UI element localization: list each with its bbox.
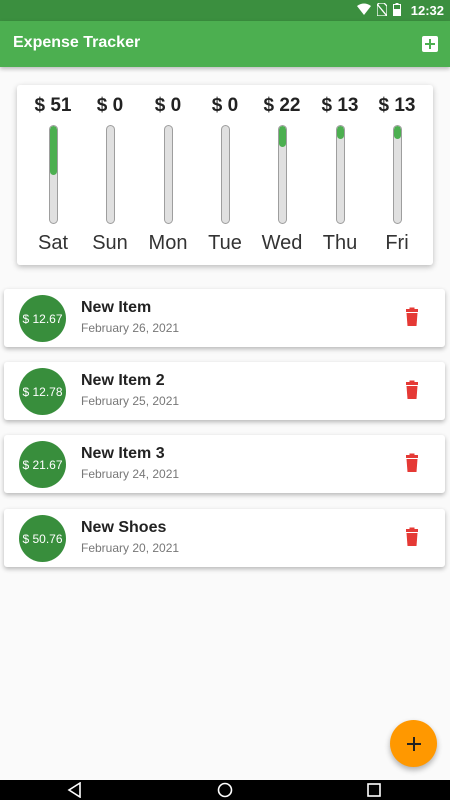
bar-day-label: Wed	[261, 232, 303, 254]
bar-track	[278, 125, 287, 224]
bar-day-label: Sun	[92, 232, 128, 254]
transaction-title: New Shoes	[81, 519, 167, 536]
transaction-title: New Item	[81, 299, 152, 316]
app-bar: Expense Tracker	[0, 21, 450, 67]
plus-icon	[406, 736, 421, 751]
chart-bar-fri: $ 13 Fri	[368, 85, 426, 265]
transaction-date: February 26, 2021	[81, 321, 180, 335]
transaction-item: $ 50.76 New Shoes February 20, 2021	[4, 509, 445, 567]
status-icons: 12:32	[356, 0, 444, 21]
bar-track	[393, 125, 402, 224]
bar-fill	[337, 126, 344, 139]
chart-bar-mon: $ 0 Mon	[139, 85, 197, 265]
bar-amount-label: $ 51	[34, 95, 72, 116]
delete-button[interactable]	[400, 526, 424, 550]
bar-day-label: Mon	[148, 232, 188, 254]
chart-bar-tue: $ 0 Tue	[196, 85, 254, 265]
trash-icon	[406, 307, 418, 326]
bar-track	[106, 125, 115, 224]
no-sim-icon	[376, 1, 388, 19]
transaction-item: $ 12.67 New Item February 26, 2021	[4, 289, 445, 347]
bar-amount-label: $ 0	[96, 95, 124, 116]
bar-track	[221, 125, 230, 224]
amount-avatar: $ 12.78	[19, 368, 66, 415]
bar-track	[164, 125, 173, 224]
bar-fill	[394, 126, 401, 139]
battery-icon	[392, 2, 401, 19]
bar-fill	[50, 126, 57, 175]
transaction-item: $ 21.67 New Item 3 February 24, 2021	[4, 435, 445, 493]
bar-track	[49, 125, 58, 224]
chart-bar-sun: $ 0 Sun	[81, 85, 139, 265]
bar-day-label: Fri	[385, 232, 409, 254]
wifi-icon	[356, 3, 371, 18]
bar-track	[336, 125, 345, 224]
bar-day-label: Tue	[208, 232, 242, 254]
home-icon[interactable]	[217, 782, 233, 798]
bar-amount-label: $ 13	[321, 95, 359, 116]
add-transaction-fab[interactable]	[390, 720, 437, 767]
amount-avatar: $ 50.76	[19, 515, 66, 562]
amount-avatar: $ 12.67	[19, 295, 66, 342]
transaction-item: $ 12.78 New Item 2 February 25, 2021	[4, 362, 445, 420]
weekly-chart-card: $ 51 Sat $ 0 Sun $ 0 Mon $ 0 Tue $ 22 Wed $ 13 Thu $…	[17, 85, 433, 265]
navigation-bar	[0, 780, 450, 800]
transaction-title: New Item 3	[81, 445, 165, 462]
app-title: Expense Tracker	[13, 34, 141, 51]
trash-icon	[406, 453, 418, 472]
bar-amount-label: $ 13	[378, 95, 416, 116]
chart-bar-thu: $ 13 Thu	[311, 85, 369, 265]
back-icon[interactable]	[67, 782, 83, 798]
bar-day-label: Sat	[37, 232, 69, 254]
bar-amount-label: $ 0	[154, 95, 182, 116]
status-bar: 12:32	[0, 0, 450, 21]
bar-amount-label: $ 22	[263, 95, 301, 116]
chart-bar-wed: $ 22 Wed	[253, 85, 311, 265]
trash-icon	[406, 380, 418, 399]
transaction-date: February 20, 2021	[81, 541, 180, 555]
status-time: 12:32	[410, 3, 444, 18]
add-box-icon[interactable]	[422, 36, 438, 52]
delete-button[interactable]	[400, 452, 424, 476]
bar-amount-label: $ 0	[211, 95, 239, 116]
amount-avatar: $ 21.67	[19, 441, 66, 488]
chart-bar-sat: $ 51 Sat	[24, 85, 82, 265]
delete-button[interactable]	[400, 306, 424, 330]
transaction-date: February 25, 2021	[81, 394, 180, 408]
delete-button[interactable]	[400, 379, 424, 403]
transaction-title: New Item 2	[81, 372, 165, 389]
recents-icon[interactable]	[367, 783, 381, 797]
bar-fill	[279, 126, 286, 148]
bar-day-label: Thu	[322, 232, 358, 254]
trash-icon	[406, 527, 418, 546]
transaction-date: February 24, 2021	[81, 467, 180, 481]
